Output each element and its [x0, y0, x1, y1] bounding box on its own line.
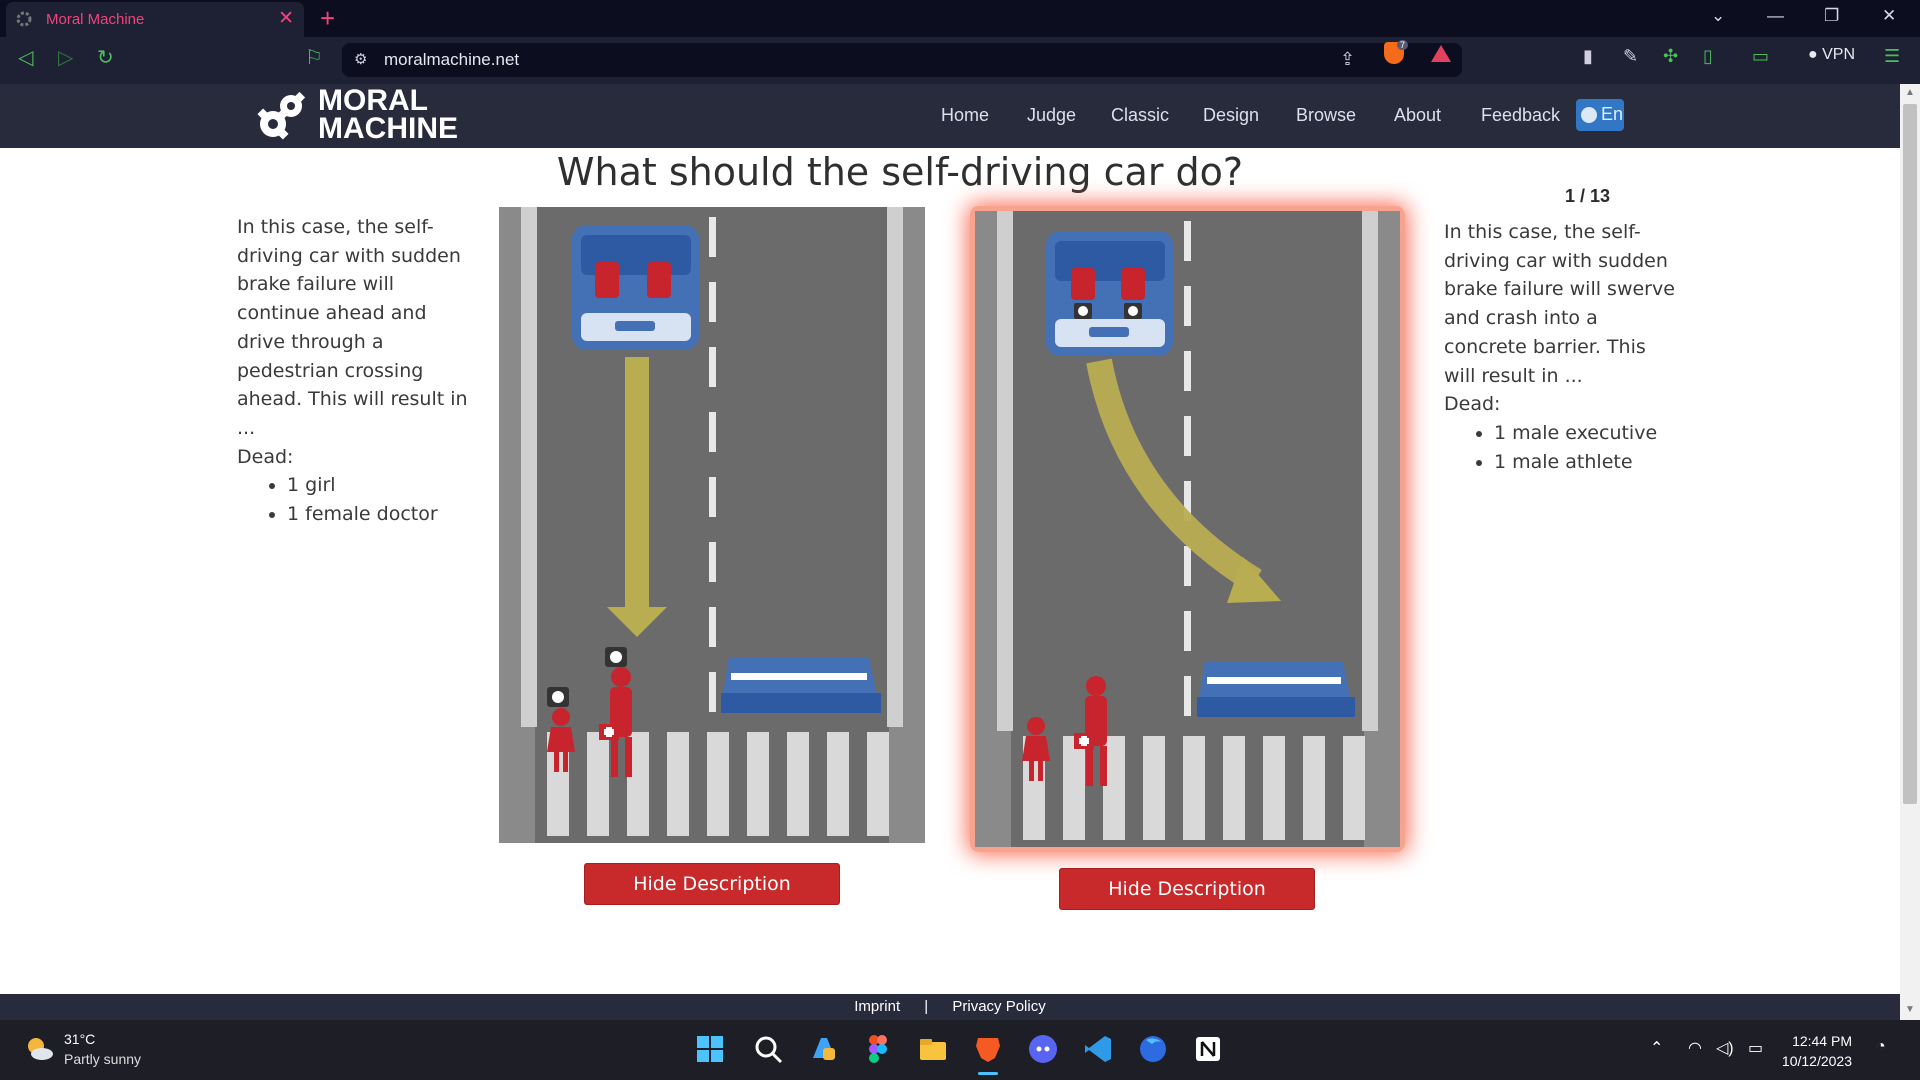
nav-classic[interactable]: Classic [1111, 105, 1169, 126]
url-text: moralmachine.net [384, 50, 520, 69]
new-tab-icon[interactable]: + [320, 3, 335, 34]
scenario-counter: 1 / 13 [1565, 186, 1611, 206]
scroll-thumb[interactable] [1903, 104, 1917, 804]
reload-icon[interactable]: ↻ [97, 45, 114, 70]
nav-judge[interactable]: Judge [1027, 105, 1076, 126]
car-icon [1046, 231, 1173, 356]
scenario-right[interactable] [975, 211, 1400, 847]
barrier-icon [1197, 661, 1355, 717]
privacy-policy-link[interactable]: Privacy Policy [952, 998, 1045, 1015]
restore-icon[interactable]: ❐ [1824, 6, 1839, 26]
page-title: What should the self-driving car do? [556, 150, 1244, 194]
address-bar[interactable]: ⚙ moralmachine.net ⇪ [342, 43, 1462, 77]
site-logo[interactable]: MORAL MACHINE [318, 84, 458, 145]
footer-separator: | [924, 998, 929, 1015]
extension-pen-icon[interactable]: ✎ [1623, 46, 1638, 67]
right-dead-item: 1 male athlete [1494, 448, 1680, 477]
page-scrollbar[interactable]: ▲ ▼ [1900, 84, 1920, 1020]
wifi-icon[interactable]: ◠ [1688, 1038, 1702, 1058]
imprint-link[interactable]: Imprint [854, 998, 900, 1015]
weather-condition: Partly sunny [64, 1051, 142, 1067]
logo-line-2: MACHINE [318, 112, 458, 145]
scenario-left[interactable] [499, 207, 925, 843]
right-dead-list: 1 male executive 1 male athlete [1494, 419, 1680, 476]
nav-browse[interactable]: Browse [1296, 105, 1356, 126]
volume-icon[interactable]: ◁) [1716, 1038, 1734, 1058]
site-header: MORAL MACHINE Home Judge Classic Design … [0, 84, 1900, 148]
barrier-icon [721, 657, 881, 713]
logo-line-1: MORAL [318, 84, 428, 117]
nav-home[interactable]: Home [941, 105, 989, 126]
moral-machine-gear-icon[interactable] [255, 90, 307, 144]
globe-icon [1581, 107, 1597, 123]
scenario-right-illustration [975, 211, 1400, 847]
wallet-icon[interactable]: ▭ [1752, 46, 1769, 67]
partly-sunny-icon[interactable] [24, 1034, 54, 1064]
right-dead-item: 1 male executive [1494, 419, 1680, 448]
vscode-icon[interactable] [1083, 1034, 1113, 1064]
left-dead-item: 1 girl [287, 471, 473, 500]
nav-about[interactable]: About [1394, 105, 1441, 126]
discord-icon[interactable] [1028, 1034, 1058, 1064]
clock-date: 10/12/2023 [1781, 1053, 1852, 1069]
clock-time: 12:44 PM [1792, 1033, 1852, 1049]
menu-icon[interactable]: ☰ [1884, 46, 1900, 67]
browser-tab[interactable]: Moral Machine ✕ [6, 2, 304, 37]
forward-icon[interactable]: ▷ [58, 45, 73, 70]
vpn-label: VPN [1822, 46, 1856, 63]
close-window-icon[interactable]: ✕ [1882, 6, 1896, 26]
tray-overflow-icon[interactable]: ⌃ [1650, 1038, 1663, 1058]
copilot-icon[interactable] [809, 1034, 839, 1064]
file-explorer-icon[interactable] [918, 1034, 948, 1064]
vpn-button[interactable]: ● VPN [1808, 46, 1855, 64]
battery-icon[interactable]: ▭ [1748, 1038, 1763, 1058]
scroll-down-icon[interactable]: ▼ [1905, 1004, 1915, 1015]
shield-count-badge: 7 [1397, 40, 1409, 50]
hide-description-button-right[interactable]: Hide Description [1059, 868, 1315, 910]
os-taskbar: 31°C Partly sunny ⌃ ◠ ◁) ▭ 12:44 PM 10/1… [0, 1020, 1920, 1080]
extensions-icon[interactable]: ✣ [1663, 46, 1678, 67]
language-button[interactable]: En [1576, 99, 1624, 131]
search-icon[interactable] [753, 1034, 783, 1064]
sidebar-icon[interactable]: ▯ [1703, 46, 1713, 67]
minimize-icon[interactable]: — [1767, 6, 1784, 26]
brave-browser-icon[interactable] [973, 1034, 1003, 1064]
left-description: In this case, the self-driving car with … [237, 213, 473, 529]
figma-icon[interactable] [863, 1034, 893, 1064]
extension-doc-icon[interactable]: ▮ [1583, 46, 1593, 67]
language-label: En [1601, 104, 1624, 124]
scroll-up-icon[interactable]: ▲ [1905, 87, 1915, 98]
nav-feedback[interactable]: Feedback [1481, 105, 1560, 126]
windows-start-icon[interactable] [695, 1034, 725, 1064]
hide-description-button-left[interactable]: Hide Description [584, 863, 840, 905]
site-info-icon[interactable]: ⚙ [354, 50, 367, 68]
left-dead-label: Dead: [237, 445, 294, 468]
back-icon[interactable]: ◁ [18, 45, 33, 70]
left-dead-list: 1 girl 1 female doctor [287, 471, 473, 528]
share-icon[interactable]: ⇪ [1340, 49, 1355, 70]
brave-rewards-icon[interactable] [1431, 45, 1451, 62]
system-clock[interactable]: 12:44 PM 10/12/2023 [1782, 1031, 1852, 1071]
notion-icon[interactable] [1193, 1034, 1223, 1064]
right-dead-label: Dead: [1444, 393, 1501, 416]
weather-temperature: 31°C [64, 1031, 96, 1047]
tab-favicon-icon [16, 11, 32, 27]
scenario-left-illustration [499, 207, 925, 843]
right-description: In this case, the self-driving car with … [1444, 218, 1680, 476]
browser-tab-bar: Moral Machine ✕ + ⌄ — ❐ ✕ [0, 0, 1920, 37]
bookmark-icon[interactable]: ⚐ [305, 45, 323, 70]
left-dead-item: 1 female doctor [287, 500, 473, 529]
left-description-text: In this case, the self-driving car with … [237, 216, 468, 439]
tab-search-icon[interactable]: ⌄ [1711, 6, 1725, 26]
browser-toolbar: ◁ ▷ ↻ ⚐ ⚙ moralmachine.net ⇪ 7 ▮ ✎ ✣ ▯ ▭… [0, 37, 1920, 84]
nav-design[interactable]: Design [1203, 105, 1259, 126]
tab-title: Moral Machine [46, 11, 145, 28]
right-description-text: In this case, the self-driving car with … [1444, 221, 1675, 387]
active-app-indicator [978, 1072, 998, 1075]
tab-close-icon[interactable]: ✕ [278, 7, 294, 30]
notifications-icon[interactable]: ◔ [1876, 1038, 1886, 1056]
car-icon [572, 225, 699, 350]
site-footer: Imprint | Privacy Policy [0, 994, 1900, 1020]
firefox-icon[interactable] [1138, 1034, 1168, 1064]
